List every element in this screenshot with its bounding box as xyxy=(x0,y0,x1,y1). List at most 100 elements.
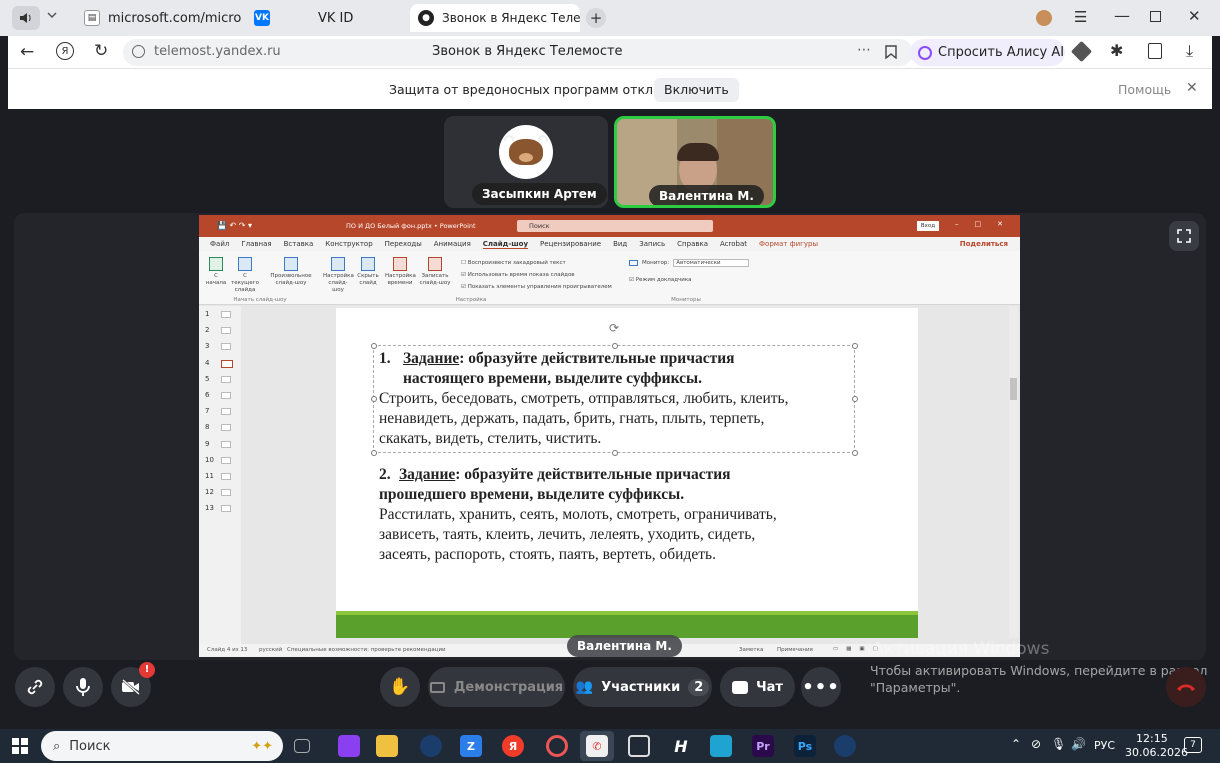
yandex-logo-icon[interactable]: Я xyxy=(56,42,74,60)
help-link[interactable]: Помощь xyxy=(1118,82,1171,97)
more-options-button[interactable]: ••• xyxy=(801,667,841,707)
ppt-tab[interactable]: Главная xyxy=(241,240,271,248)
slide-thumbnail[interactable] xyxy=(221,440,231,448)
yandex-browser-icon[interactable]: Я xyxy=(502,735,524,757)
slide-thumbnail[interactable] xyxy=(221,505,231,513)
ppt-tab[interactable]: Переходы xyxy=(385,240,422,248)
url-field[interactable]: telemost.yandex.ru Звонок в Яндекс Телем… xyxy=(123,39,913,66)
tray-time[interactable]: 12:15 xyxy=(1136,732,1168,745)
premiere-icon[interactable]: Pr xyxy=(752,735,774,757)
collections-icon[interactable] xyxy=(1070,40,1093,63)
extensions-icon[interactable]: ✱ xyxy=(1110,41,1123,60)
tray-language[interactable]: РУС xyxy=(1094,739,1115,752)
participant-tile-valentina[interactable]: Валентина М. xyxy=(614,116,776,208)
from-current-button[interactable]: С текущего слайда xyxy=(229,257,261,294)
record-show-button[interactable]: Записать слайд-шоу xyxy=(417,257,453,287)
tray-date[interactable]: 30.06.2026 xyxy=(1125,746,1188,759)
slide-thumbnail[interactable] xyxy=(221,311,231,318)
back-icon[interactable]: ← xyxy=(20,42,34,62)
slide-thumbnail[interactable] xyxy=(221,408,231,416)
raise-hand-button[interactable]: ✋ xyxy=(380,667,420,707)
task-view-icon[interactable] xyxy=(294,739,310,753)
resize-handle[interactable] xyxy=(852,343,858,349)
maximize-icon[interactable] xyxy=(1150,11,1161,22)
rotate-handle-icon[interactable]: ⟳ xyxy=(609,321,619,335)
photoshop-icon[interactable]: Ps xyxy=(794,735,816,757)
ppt-login-button[interactable]: Вход xyxy=(917,221,939,231)
resize-handle[interactable] xyxy=(852,396,858,402)
ppt-tab[interactable]: Конструктор xyxy=(325,240,372,248)
alice-button[interactable]: Спросить Алису AI xyxy=(910,39,1065,66)
windows-start-icon[interactable] xyxy=(12,738,28,754)
notifications-icon[interactable]: 7 xyxy=(1184,737,1202,753)
microphone-button[interactable] xyxy=(63,667,103,707)
resize-handle[interactable] xyxy=(371,396,377,402)
rehearse-timings-button[interactable]: Настройка времени xyxy=(385,257,416,287)
new-tab-button[interactable]: + xyxy=(586,8,606,28)
more-icon[interactable]: ⋯ xyxy=(857,42,871,58)
resize-handle[interactable] xyxy=(371,450,377,456)
language-indicator[interactable]: русский xyxy=(259,647,282,653)
steam-icon[interactable] xyxy=(420,735,442,757)
copy-link-button[interactable] xyxy=(15,667,55,707)
timings-checkbox[interactable]: ☑ Использовать время показа слайдов xyxy=(461,269,612,281)
ppt-window-controls[interactable]: –□✕ xyxy=(955,220,1019,228)
tray-mic-icon[interactable]: 🎙 xyxy=(1051,737,1066,751)
accessibility-status[interactable]: Специальные возможности: проверьте реком… xyxy=(287,647,446,653)
sidebar-icon[interactable] xyxy=(1148,43,1162,59)
participant-tile-artem[interactable]: Засыпкин Артем xyxy=(444,116,608,208)
taskbar-search[interactable]: ⌕ Поиск ✦✦ xyxy=(41,731,283,761)
monitor-select[interactable]: Автоматически xyxy=(673,259,750,267)
notice-close-icon[interactable]: ✕ xyxy=(1186,80,1198,96)
slide-thumbnail[interactable] xyxy=(221,327,231,335)
slide-thumbnail[interactable] xyxy=(221,359,233,368)
reload-icon[interactable]: ↻ xyxy=(94,41,108,61)
slide-thumbnail[interactable] xyxy=(221,489,231,497)
menu-icon[interactable]: ☰ xyxy=(1074,8,1087,26)
slide-thumbnail[interactable] xyxy=(221,456,231,464)
ppt-share-button[interactable]: Поделиться xyxy=(960,240,1008,248)
tab-telemost[interactable]: ● Звонок в Яндекс Телеме ✕ xyxy=(410,4,580,32)
from-start-button[interactable]: С начала xyxy=(205,257,227,287)
tray-overflow-icon[interactable]: ⌃ xyxy=(1011,737,1021,751)
notes-button[interactable]: Заметка xyxy=(739,647,763,653)
profile-avatar-icon[interactable] xyxy=(1036,10,1052,26)
tray-volume-icon[interactable]: 🔊 xyxy=(1071,737,1086,751)
tab-vk-id[interactable]: VK VK ID xyxy=(246,4,406,32)
ppt-scrollbar-thumb[interactable] xyxy=(1010,378,1017,400)
window-close-icon[interactable]: ✕ xyxy=(1188,7,1201,25)
file-explorer-icon[interactable] xyxy=(376,735,398,757)
ppt-search-box[interactable]: Поиск xyxy=(517,220,713,232)
media-controls-checkbox[interactable]: ☑ Показать элементы управления проигрыва… xyxy=(461,281,612,293)
app-purple-icon[interactable] xyxy=(338,735,360,757)
app-cyan-icon[interactable] xyxy=(710,735,732,757)
ppt-tab[interactable]: Файл xyxy=(210,240,229,248)
slide-thumbnail[interactable] xyxy=(221,392,231,399)
slide-thumbnail[interactable] xyxy=(221,343,231,351)
ppt-tab-active[interactable]: Слайд-шоу xyxy=(482,240,529,249)
participants-button[interactable]: 👥 Участники 2 xyxy=(573,667,712,707)
enable-protection-button[interactable]: Включить xyxy=(654,78,739,102)
hide-slide-button[interactable]: Скрыть слайд xyxy=(355,257,381,287)
setup-show-button[interactable]: Настройка слайд-шоу xyxy=(323,257,354,294)
ppt-tab[interactable]: Acrobat xyxy=(720,240,747,248)
resize-handle[interactable] xyxy=(612,450,618,456)
ppt-tab[interactable]: Вставка xyxy=(284,240,314,248)
minimize-icon[interactable]: — xyxy=(1114,6,1130,25)
presenter-view-checkbox[interactable]: ☑ Режим докладчика xyxy=(629,277,692,283)
narration-checkbox[interactable]: ☐ Воспроизвести закадровый текст xyxy=(461,257,612,269)
slide-thumbnail[interactable] xyxy=(221,375,231,383)
tray-network-icon[interactable]: ⊘ xyxy=(1031,737,1041,751)
custom-show-button[interactable]: Произвольное слайд-шоу xyxy=(267,257,315,287)
site-info-icon[interactable] xyxy=(132,45,145,58)
slide-thumbnail[interactable] xyxy=(221,473,231,480)
tab-microsoft[interactable]: ▤ microsoft.com/microsoft- xyxy=(76,4,242,32)
ppt-scrollbar[interactable] xyxy=(1009,306,1018,638)
ppt-tab[interactable]: Вид xyxy=(613,240,627,248)
hang-up-button[interactable] xyxy=(1166,667,1206,707)
telemost-taskbar-icon[interactable]: ✆ xyxy=(586,735,608,757)
ppt-tab[interactable]: Рецензирование xyxy=(540,240,601,248)
chat-button[interactable]: Чат xyxy=(720,667,795,707)
slide-thumbnail[interactable] xyxy=(221,424,231,432)
app-blue-icon[interactable]: Z xyxy=(460,735,482,757)
